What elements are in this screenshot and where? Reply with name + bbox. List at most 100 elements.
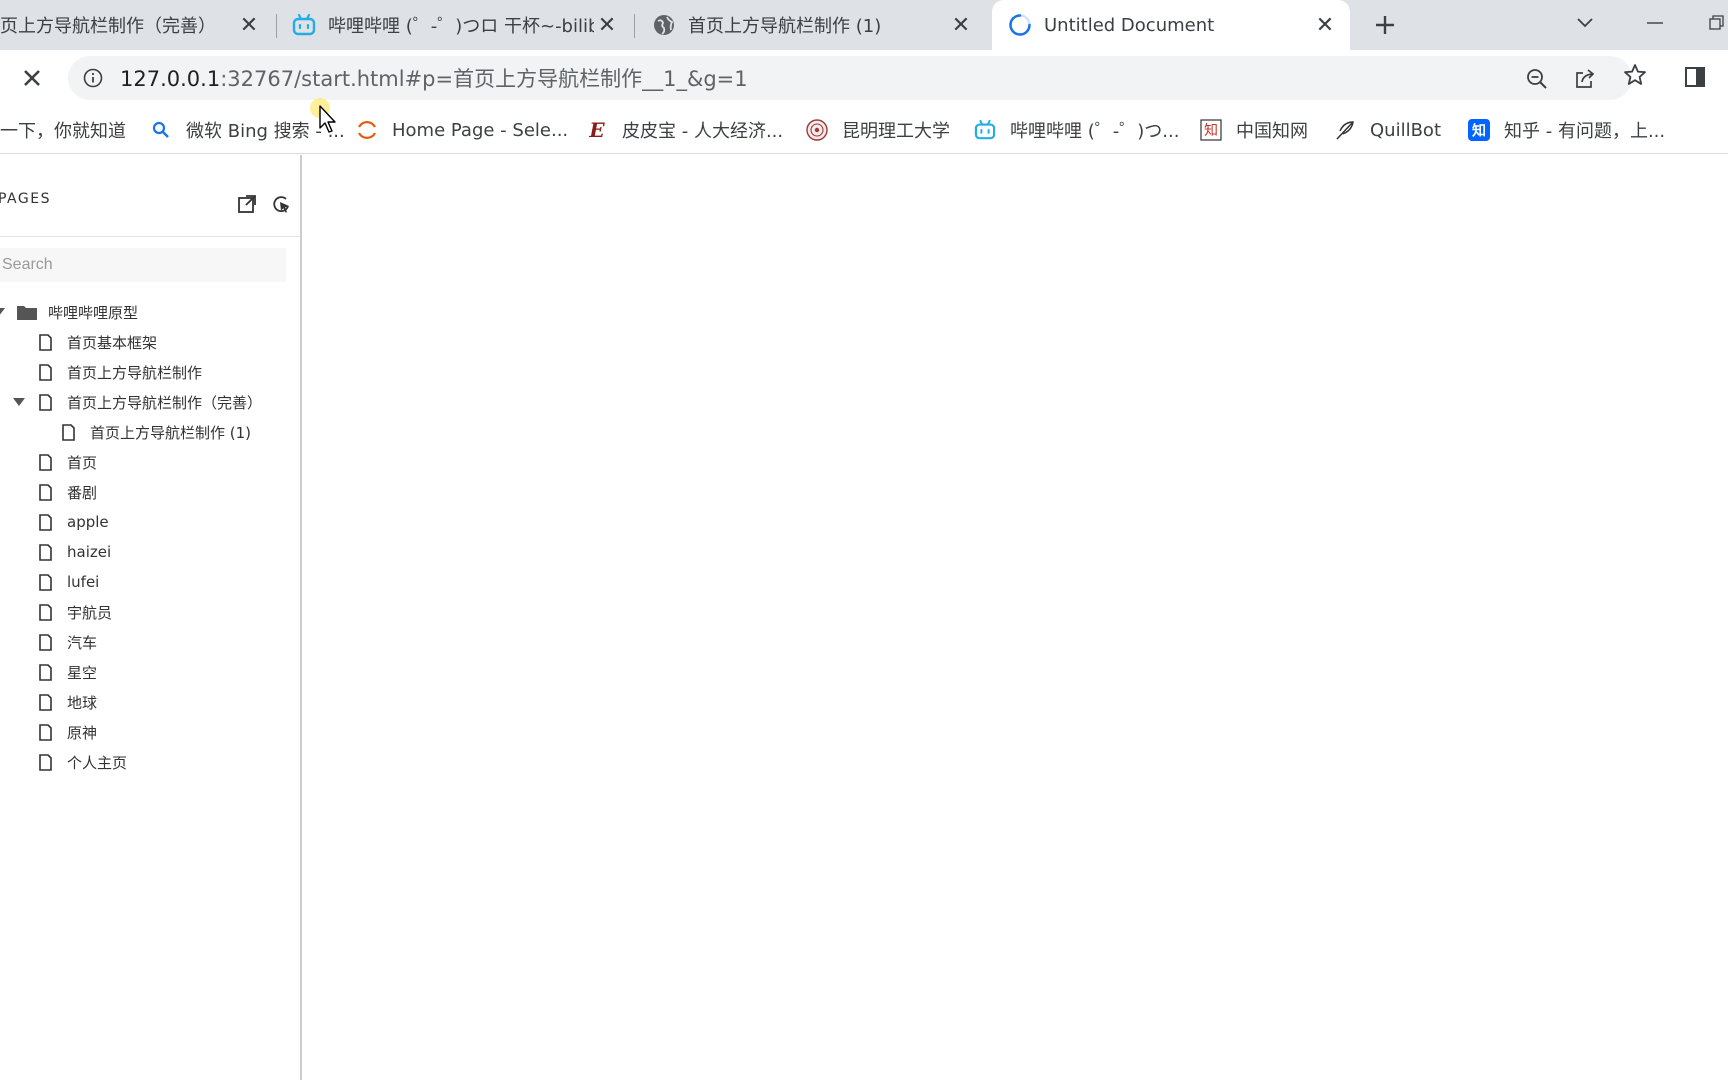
bookmark-selenium[interactable]: Home Page - Sele... (356, 116, 568, 144)
pages-sidebar: PAGES 哔哩哔哩原型 首页基本框架 首页上方导航栏制作 (0, 155, 302, 1080)
page-icon (38, 543, 52, 561)
svg-text:知: 知 (1472, 123, 1486, 140)
svg-text:知: 知 (1204, 122, 1218, 139)
selenium-icon (356, 119, 378, 141)
bilibili-icon (292, 13, 316, 37)
page-icon (38, 753, 52, 771)
page-icon (38, 483, 52, 501)
close-icon[interactable]: ✕ (1312, 12, 1338, 38)
locate-page-icon[interactable] (270, 193, 292, 215)
bookmark-kust[interactable]: 昆明理工大学 (806, 116, 950, 144)
tree-page-haizei[interactable]: haizei (38, 537, 111, 567)
pages-search-input[interactable] (0, 248, 286, 282)
page-icon (38, 603, 52, 621)
bookmark-label: Home Page - Sele... (392, 119, 569, 141)
tree-page-homepage-frame[interactable]: 首页基本框架 (38, 327, 157, 357)
bookmark-label: 知乎 - 有问题，上... (1504, 121, 1666, 142)
tree-label: 个人主页 (67, 753, 128, 772)
tree-page-genshin[interactable]: 原神 (38, 717, 97, 747)
tree-page-starry-sky[interactable]: 星空 (38, 657, 97, 687)
bookmark-pinggu[interactable]: E 皮皮宝 - 人大经济... (586, 116, 783, 144)
tree-page-lufei[interactable]: lufei (38, 567, 99, 597)
tree-label: lufei (67, 573, 100, 591)
tree-page-navbar-complete[interactable]: 首页上方导航栏制作（完善） (12, 387, 262, 417)
prototype-canvas[interactable] (304, 155, 1728, 1080)
tree-label: 首页 (67, 453, 98, 472)
tab-separator (276, 14, 277, 38)
globe-icon (652, 13, 676, 37)
tree-label: 番剧 (67, 483, 98, 502)
tree-label: 首页上方导航栏制作 (67, 363, 203, 382)
tab-separator (634, 14, 635, 38)
page-icon (38, 663, 52, 681)
tree-page-navbar[interactable]: 首页上方导航栏制作 (38, 357, 202, 387)
close-icon[interactable]: ✕ (594, 12, 620, 38)
tree-label: 哔哩哔哩原型 (48, 303, 139, 322)
tree-label: apple (67, 513, 109, 531)
bookmark-bing[interactable]: 微软 Bing 搜索 - ... (150, 116, 345, 144)
tree-page-anime[interactable]: 番剧 (38, 477, 97, 507)
bookmark-label: QuillBot (1370, 119, 1441, 141)
tree-page-profile[interactable]: 个人主页 (38, 747, 127, 777)
tree-label: 首页基本框架 (67, 333, 158, 352)
tab-untitled-document[interactable]: Untitled Document ✕ (992, 0, 1350, 50)
bookmark-cnki[interactable]: 知 中国知网 (1200, 116, 1308, 144)
e-logo-icon: E (589, 118, 605, 142)
bookmark-quillbot[interactable]: QuillBot (1334, 116, 1441, 144)
address-bar[interactable]: 127.0.0.1:32767/start.html#p=首页上方导航栏制作__… (68, 56, 1632, 100)
tree-label: haizei (67, 543, 112, 561)
tree-label: 首页上方导航栏制作（完善） (67, 393, 263, 412)
bookmark-label: 一下，你就知道 (0, 121, 126, 142)
bookmark-baidu[interactable]: 一下，你就知道 (0, 116, 126, 144)
tab-navbar-complete[interactable]: 首页上方导航栏制作（完善） ✕ (0, 0, 270, 50)
new-tab-button[interactable] (1370, 10, 1400, 40)
tree-label: 首页上方导航栏制作 (1) (90, 423, 252, 442)
tab-title: 哔哩哔哩 (゜-゜)つロ 干杯~-bilibili (328, 16, 594, 37)
page-icon (38, 363, 52, 381)
bookmark-bilibili[interactable]: 哔哩哔哩 (゜-゜)つ... (974, 116, 1179, 144)
page-icon (38, 723, 52, 741)
site-info-icon[interactable] (82, 67, 104, 89)
url-host: 127.0.0.1 (120, 67, 221, 91)
collapse-arrow-icon[interactable] (0, 305, 6, 319)
tab-navbar-1[interactable]: 首页上方导航栏制作 (1) ✕ (648, 0, 982, 50)
minimize-icon[interactable] (1640, 8, 1670, 38)
page-icon (38, 393, 52, 411)
tree-label: 地球 (67, 693, 98, 712)
page-icon (38, 513, 52, 531)
tree-label: 汽车 (67, 633, 98, 652)
bookmark-label: 哔哩哔哩 (゜-゜)つ... (1010, 121, 1180, 142)
tab-search-dropdown-icon[interactable] (1570, 8, 1600, 38)
url-path: :32767/start.html#p=首页上方导航栏制作__1_&g=1 (220, 67, 748, 91)
browser-toolbar: 127.0.0.1:32767/start.html#p=首页上方导航栏制作__… (0, 50, 1728, 106)
bookmark-star-icon[interactable] (1622, 62, 1648, 88)
cnki-icon: 知 (1200, 119, 1222, 141)
close-icon[interactable]: ✕ (236, 12, 262, 38)
close-icon[interactable]: ✕ (948, 12, 974, 38)
zoom-icon[interactable] (1524, 66, 1550, 92)
stop-loading-button[interactable] (12, 58, 52, 98)
tree-page-navbar-1[interactable]: 首页上方导航栏制作 (1) (61, 417, 251, 447)
search-icon (150, 119, 172, 141)
bilibili-icon (974, 119, 996, 141)
url-text[interactable]: 127.0.0.1:32767/start.html#p=首页上方导航栏制作__… (120, 63, 748, 93)
tab-bilibili[interactable]: 哔哩哔哩 (゜-゜)つロ 干杯~-bilibili ✕ (288, 0, 628, 50)
tree-page-astronaut[interactable]: 宇航员 (38, 597, 112, 627)
pages-title: PAGES (0, 191, 51, 207)
tree-page-car[interactable]: 汽车 (38, 627, 97, 657)
tree-page-apple[interactable]: apple (38, 507, 109, 537)
tree-label: 宇航员 (67, 603, 113, 622)
university-seal-icon (806, 119, 828, 141)
share-icon[interactable] (1572, 66, 1598, 92)
zhihu-icon: 知 (1468, 119, 1490, 141)
tab-strip: 首页上方导航栏制作（完善） ✕ 哔哩哔哩 (゜-゜)つロ 干杯~-bilibil… (0, 0, 1728, 50)
tree-folder-bilibili-prototype[interactable]: 哔哩哔哩原型 (0, 297, 138, 327)
open-in-new-window-icon[interactable] (236, 193, 258, 215)
bookmark-label: 中国知网 (1236, 121, 1308, 142)
tree-page-earth[interactable]: 地球 (38, 687, 97, 717)
side-panel-icon[interactable] (1682, 64, 1708, 90)
tree-page-home[interactable]: 首页 (38, 447, 97, 477)
bookmark-zhihu[interactable]: 知 知乎 - 有问题，上... (1468, 116, 1665, 144)
restore-icon[interactable] (1706, 8, 1728, 38)
collapse-arrow-icon[interactable] (12, 395, 26, 409)
